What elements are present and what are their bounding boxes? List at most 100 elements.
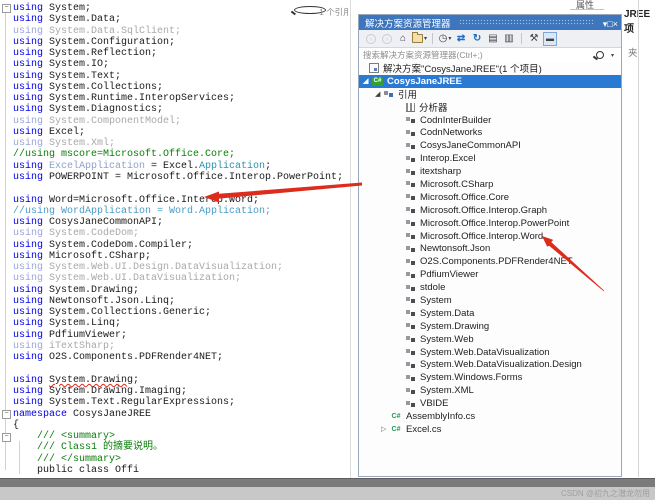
tree-item-o2s-components-pdfrender4net[interactable]: O2S.Components.PDFRender4NET bbox=[359, 255, 621, 268]
code-line[interactable]: using System.Web.UI.DataVisualization; bbox=[13, 273, 343, 284]
horizontal-scrollbar[interactable] bbox=[0, 478, 655, 487]
fold-marker[interactable]: − bbox=[2, 4, 11, 13]
tree-item-cosysjanecommonapi[interactable]: CosysJaneCommonAPI bbox=[359, 139, 621, 152]
code-line[interactable]: using System.Drawing; bbox=[13, 375, 343, 386]
tree-item-stdole[interactable]: stdole bbox=[359, 281, 621, 294]
code-line[interactable]: using System.CodeDom.Compiler; bbox=[13, 240, 343, 251]
watermark-text: CSDN @初九之潜龙勿用 bbox=[561, 488, 650, 499]
code-line[interactable]: using System.Drawing; bbox=[13, 285, 343, 296]
code-line[interactable]: using ExcelApplication = Excel.Applicati… bbox=[13, 161, 343, 172]
code-line[interactable]: public class Offi bbox=[13, 465, 343, 476]
fold-marker[interactable]: − bbox=[2, 433, 11, 442]
code-line[interactable]: 1 个引用 bbox=[294, 6, 326, 14]
properties-icon[interactable]: ⚒ bbox=[527, 32, 541, 46]
collapse-all-icon[interactable]: ▥ bbox=[502, 32, 516, 46]
tree-item-microsoft-office-interop-powerpoint[interactable]: Microsoft.Office.Interop.PowerPoint bbox=[359, 217, 621, 230]
code-line[interactable]: using O2S.Components.PDFRender4NET; bbox=[13, 352, 343, 363]
tree-item-pdfiumviewer[interactable]: PdfiumViewer bbox=[359, 268, 621, 281]
code-line[interactable]: //using WordApplication = Word.Applicati… bbox=[13, 206, 343, 217]
code-line[interactable]: using System.Text; bbox=[13, 71, 343, 82]
code-line[interactable]: //using mscore=Microsoft.Office.Core; bbox=[13, 149, 343, 160]
search-icon[interactable] bbox=[596, 51, 604, 59]
code-line[interactable]: using CosysJaneCommonAPI; bbox=[13, 217, 343, 228]
code-line[interactable]: using PdfiumViewer; bbox=[13, 330, 343, 341]
code-line[interactable]: using System.Data; bbox=[13, 14, 343, 25]
preview-selected-items-icon[interactable]: ▬ bbox=[543, 32, 557, 46]
tree-item-microsoft-office-interop-graph[interactable]: Microsoft.Office.Interop.Graph bbox=[359, 204, 621, 217]
code-lines[interactable]: using System;using System.Data;using Sys… bbox=[13, 3, 343, 476]
code-line[interactable]: using System.Diagnostics; bbox=[13, 104, 343, 115]
tree-item-vbide[interactable]: VBIDE bbox=[359, 397, 621, 410]
code-line[interactable]: using System.Linq; bbox=[13, 318, 343, 329]
code-line[interactable]: using System.Xml; bbox=[13, 138, 343, 149]
tree-item-microsoft-office-core[interactable]: Microsoft.Office.Core bbox=[359, 191, 621, 204]
home-icon[interactable]: ⌂ bbox=[396, 32, 410, 46]
refresh-icon[interactable]: ↻ bbox=[470, 32, 484, 46]
tree-item-label: System.Web.DataVisualization bbox=[420, 347, 550, 358]
tree-item-microsoft-office-interop-word[interactable]: Microsoft.Office.Interop.Word bbox=[359, 230, 621, 243]
pending-changes-filter-icon[interactable]: ◷▾ bbox=[438, 32, 452, 46]
tree-item-itextsharp[interactable]: itextsharp bbox=[359, 165, 621, 178]
tree-item-system-web-datavisualization[interactable]: System.Web.DataVisualization bbox=[359, 346, 621, 359]
code-line[interactable]: using System.CodeDom; bbox=[13, 228, 343, 239]
tree-item-system-xml[interactable]: System.XML bbox=[359, 384, 621, 397]
collapsed-arrow-icon[interactable]: ▷ bbox=[381, 425, 390, 433]
code-line[interactable]: using System.Data.SqlClient; bbox=[13, 26, 343, 37]
tree-item-system-web[interactable]: System.Web bbox=[359, 333, 621, 346]
tree-item-cosysjanejree[interactable]: ◢C#CosysJaneJREE bbox=[359, 75, 621, 88]
code-line[interactable]: using Excel; bbox=[13, 127, 343, 138]
code-line[interactable]: using Microsoft.CSharp; bbox=[13, 251, 343, 262]
code-line[interactable]: using System.Collections.Generic; bbox=[13, 307, 343, 318]
code-line[interactable]: using System.ComponentModel; bbox=[13, 116, 343, 127]
code-editor[interactable]: − − − using System;using System.Data;using… bbox=[0, 0, 348, 478]
code-line[interactable]: using POWERPOINT = Microsoft.Office.Inte… bbox=[13, 172, 343, 183]
tree-item--[interactable]: 分析器 bbox=[359, 101, 621, 114]
code-line[interactable]: /// </summary> bbox=[13, 454, 343, 465]
solution-explorer-titlebar[interactable]: 解决方案资源管理器 ▾□× bbox=[359, 15, 621, 30]
switch-views-icon[interactable]: ▾ bbox=[412, 32, 427, 46]
fold-marker[interactable]: − bbox=[2, 410, 11, 419]
code-line[interactable]: { bbox=[13, 420, 343, 431]
code-line[interactable]: using iTextSharp; bbox=[13, 341, 343, 352]
code-line[interactable]: using System.IO; bbox=[13, 59, 343, 70]
code-line[interactable]: /// Class1 的摘要说明。 bbox=[13, 442, 343, 453]
tree-item-system-drawing[interactable]: System.Drawing bbox=[359, 320, 621, 333]
tree-item-newtonsoft-json[interactable]: Newtonsoft.Json bbox=[359, 242, 621, 255]
tree-item-system-data[interactable]: System.Data bbox=[359, 307, 621, 320]
tree-item--[interactable]: ◢引用 bbox=[359, 88, 621, 101]
show-all-files-icon[interactable]: ▤ bbox=[486, 32, 500, 46]
expanded-arrow-icon[interactable]: ◢ bbox=[375, 90, 384, 98]
code-line[interactable] bbox=[13, 183, 343, 194]
code-line[interactable]: namespace CosysJaneJREE bbox=[13, 409, 343, 420]
expanded-arrow-icon[interactable]: ◢ bbox=[363, 77, 372, 85]
tree-item-system-web-datavisualization-design[interactable]: System.Web.DataVisualization.Design bbox=[359, 358, 621, 371]
tree-item-system-windows-forms[interactable]: System.Windows.Forms bbox=[359, 371, 621, 384]
forward-icon[interactable]: › bbox=[380, 32, 394, 46]
sync-with-active-document-icon[interactable]: ⇄ bbox=[454, 32, 468, 46]
search-dropdown-icon[interactable]: ▾ bbox=[611, 52, 614, 59]
code-line[interactable]: using System.Drawing.Imaging; bbox=[13, 386, 343, 397]
tree-item--cosysjanejree-1-[interactable]: 解决方案"CosysJaneJREE"(1 个项目) bbox=[359, 62, 621, 75]
search-input[interactable] bbox=[359, 48, 621, 62]
code-line[interactable]: using System.Web.UI.Design.DataVisualiza… bbox=[13, 262, 343, 273]
tree-item-system[interactable]: System bbox=[359, 294, 621, 307]
tree-item-interop-excel[interactable]: Interop.Excel bbox=[359, 152, 621, 165]
close-button[interactable]: × bbox=[613, 19, 618, 29]
code-line[interactable]: using System.Text.RegularExpressions; bbox=[13, 397, 343, 408]
tree-item-excel-cs[interactable]: ▷C#Excel.cs bbox=[359, 423, 621, 436]
code-line[interactable]: using System.Collections; bbox=[13, 82, 343, 93]
code-line[interactable]: using System.Reflection; bbox=[13, 48, 343, 59]
code-line[interactable]: using System.Runtime.InteropServices; bbox=[13, 93, 343, 104]
code-line[interactable]: using Word=Microsoft.Office.Interop.Word… bbox=[13, 195, 343, 206]
tree-item-codninterbuilder[interactable]: CodnInterBuilder bbox=[359, 114, 621, 127]
tree-item-codnnetworks[interactable]: CodnNetworks bbox=[359, 126, 621, 139]
code-line[interactable]: using Newtonsoft.Json.Linq; bbox=[13, 296, 343, 307]
tree-item-microsoft-csharp[interactable]: Microsoft.CSharp bbox=[359, 178, 621, 191]
refs-icon bbox=[384, 90, 394, 98]
code-line[interactable]: using System.Configuration; bbox=[13, 37, 343, 48]
asm-icon bbox=[406, 309, 416, 317]
code-line[interactable]: /// <summary> bbox=[13, 431, 343, 442]
tree-item-assemblyinfo-cs[interactable]: C#AssemblyInfo.cs bbox=[359, 410, 621, 423]
back-icon[interactable]: ‹ bbox=[364, 32, 378, 46]
code-line[interactable] bbox=[13, 364, 343, 375]
